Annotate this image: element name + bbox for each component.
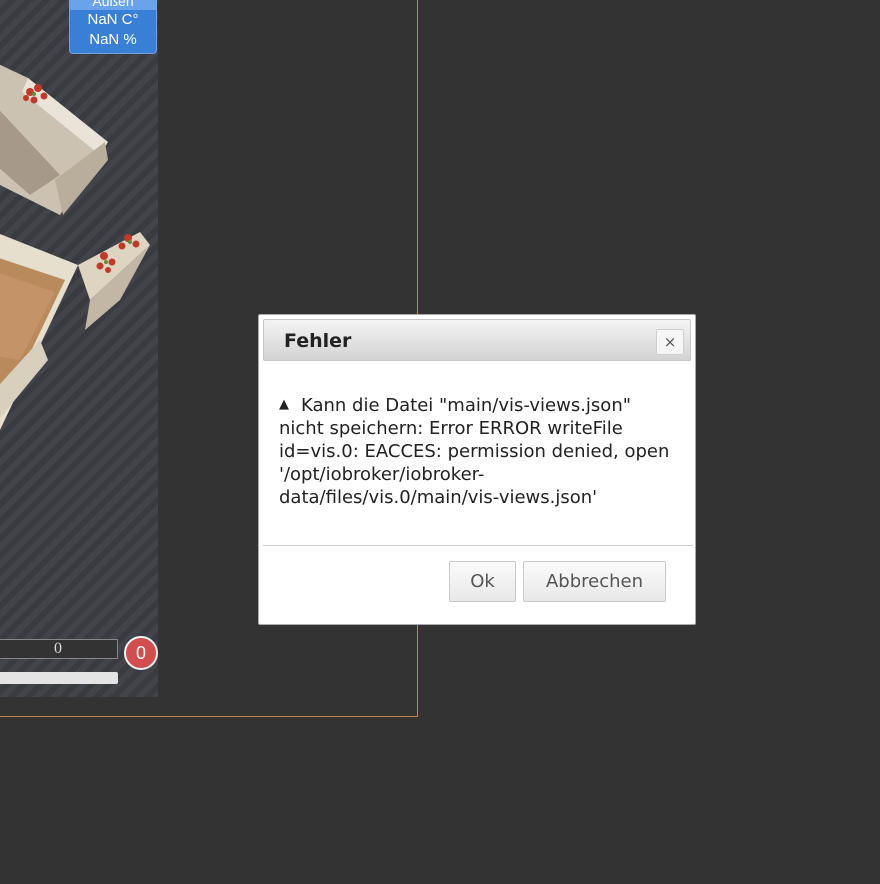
dialog-title: Fehler bbox=[284, 330, 352, 352]
dialog-message: ▲ Kann die Datei "main/vis-views.json" ni… bbox=[279, 393, 679, 509]
temperature-value: NaN C° bbox=[87, 11, 139, 28]
counter-slider[interactable] bbox=[0, 672, 118, 684]
floorplan-image bbox=[0, 0, 158, 697]
cancel-button[interactable]: Abbrechen bbox=[523, 561, 666, 602]
ok-button[interactable]: Ok bbox=[449, 561, 516, 602]
weather-widget[interactable]: Außen NaN C° NaN % bbox=[69, 0, 157, 54]
humidity-value: NaN % bbox=[89, 31, 137, 48]
error-dialog: Fehler × ▲ Kann die Datei "main/vis-views… bbox=[258, 314, 696, 625]
dialog-message-text: Kann die Datei "main/vis-views.json" nic… bbox=[279, 395, 670, 508]
weather-label: Außen bbox=[70, 0, 156, 10]
counter-input[interactable]: 0 bbox=[0, 639, 118, 659]
close-icon[interactable]: × bbox=[656, 329, 684, 355]
counter-badge: 0 bbox=[124, 636, 158, 670]
dialog-divider bbox=[263, 545, 693, 546]
dialog-titlebar[interactable]: Fehler × bbox=[263, 319, 691, 361]
alert-icon: ▲ bbox=[279, 397, 289, 412]
